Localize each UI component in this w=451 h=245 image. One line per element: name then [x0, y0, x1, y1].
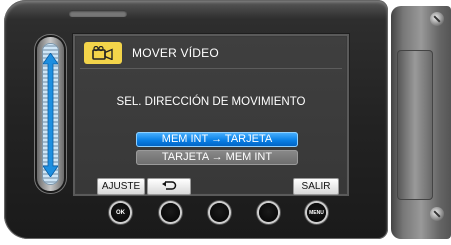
prompt-text: SEL. DIRECCIÓN DE MOVIMIENTO	[116, 96, 306, 108]
hinge-screw-bottom-icon	[430, 207, 444, 221]
blank-button-1[interactable]	[161, 203, 180, 222]
video-camera-icon	[84, 42, 122, 64]
return-arrow-icon	[162, 181, 177, 190]
up-down-arrow-icon	[43, 53, 58, 177]
header-divider	[80, 68, 342, 69]
exit-softkey[interactable]: SALIR	[293, 178, 339, 195]
ok-button[interactable]: OK	[111, 203, 130, 222]
blank-button-2[interactable]	[210, 203, 229, 222]
adjust-softkey[interactable]: AJUSTE	[97, 178, 145, 195]
lcd-screen: MOVER VÍDEO SEL. DIRECCIÓN DE MOVIMIENTO…	[72, 33, 350, 197]
back-softkey[interactable]	[147, 178, 191, 195]
top-slot	[69, 10, 127, 17]
option-int-to-card[interactable]: MEM INT → TARJETA	[136, 132, 298, 147]
screen-title: MOVER VÍDEO	[132, 46, 219, 60]
option-card-to-int[interactable]: TARJETA → MEM INT	[136, 150, 298, 165]
hinge-screw-top-icon	[430, 12, 444, 26]
blank-button-3[interactable]	[259, 203, 278, 222]
touch-slider[interactable]	[37, 37, 64, 191]
lcd-hinge	[391, 6, 451, 239]
menu-button[interactable]: MENU	[307, 203, 326, 222]
